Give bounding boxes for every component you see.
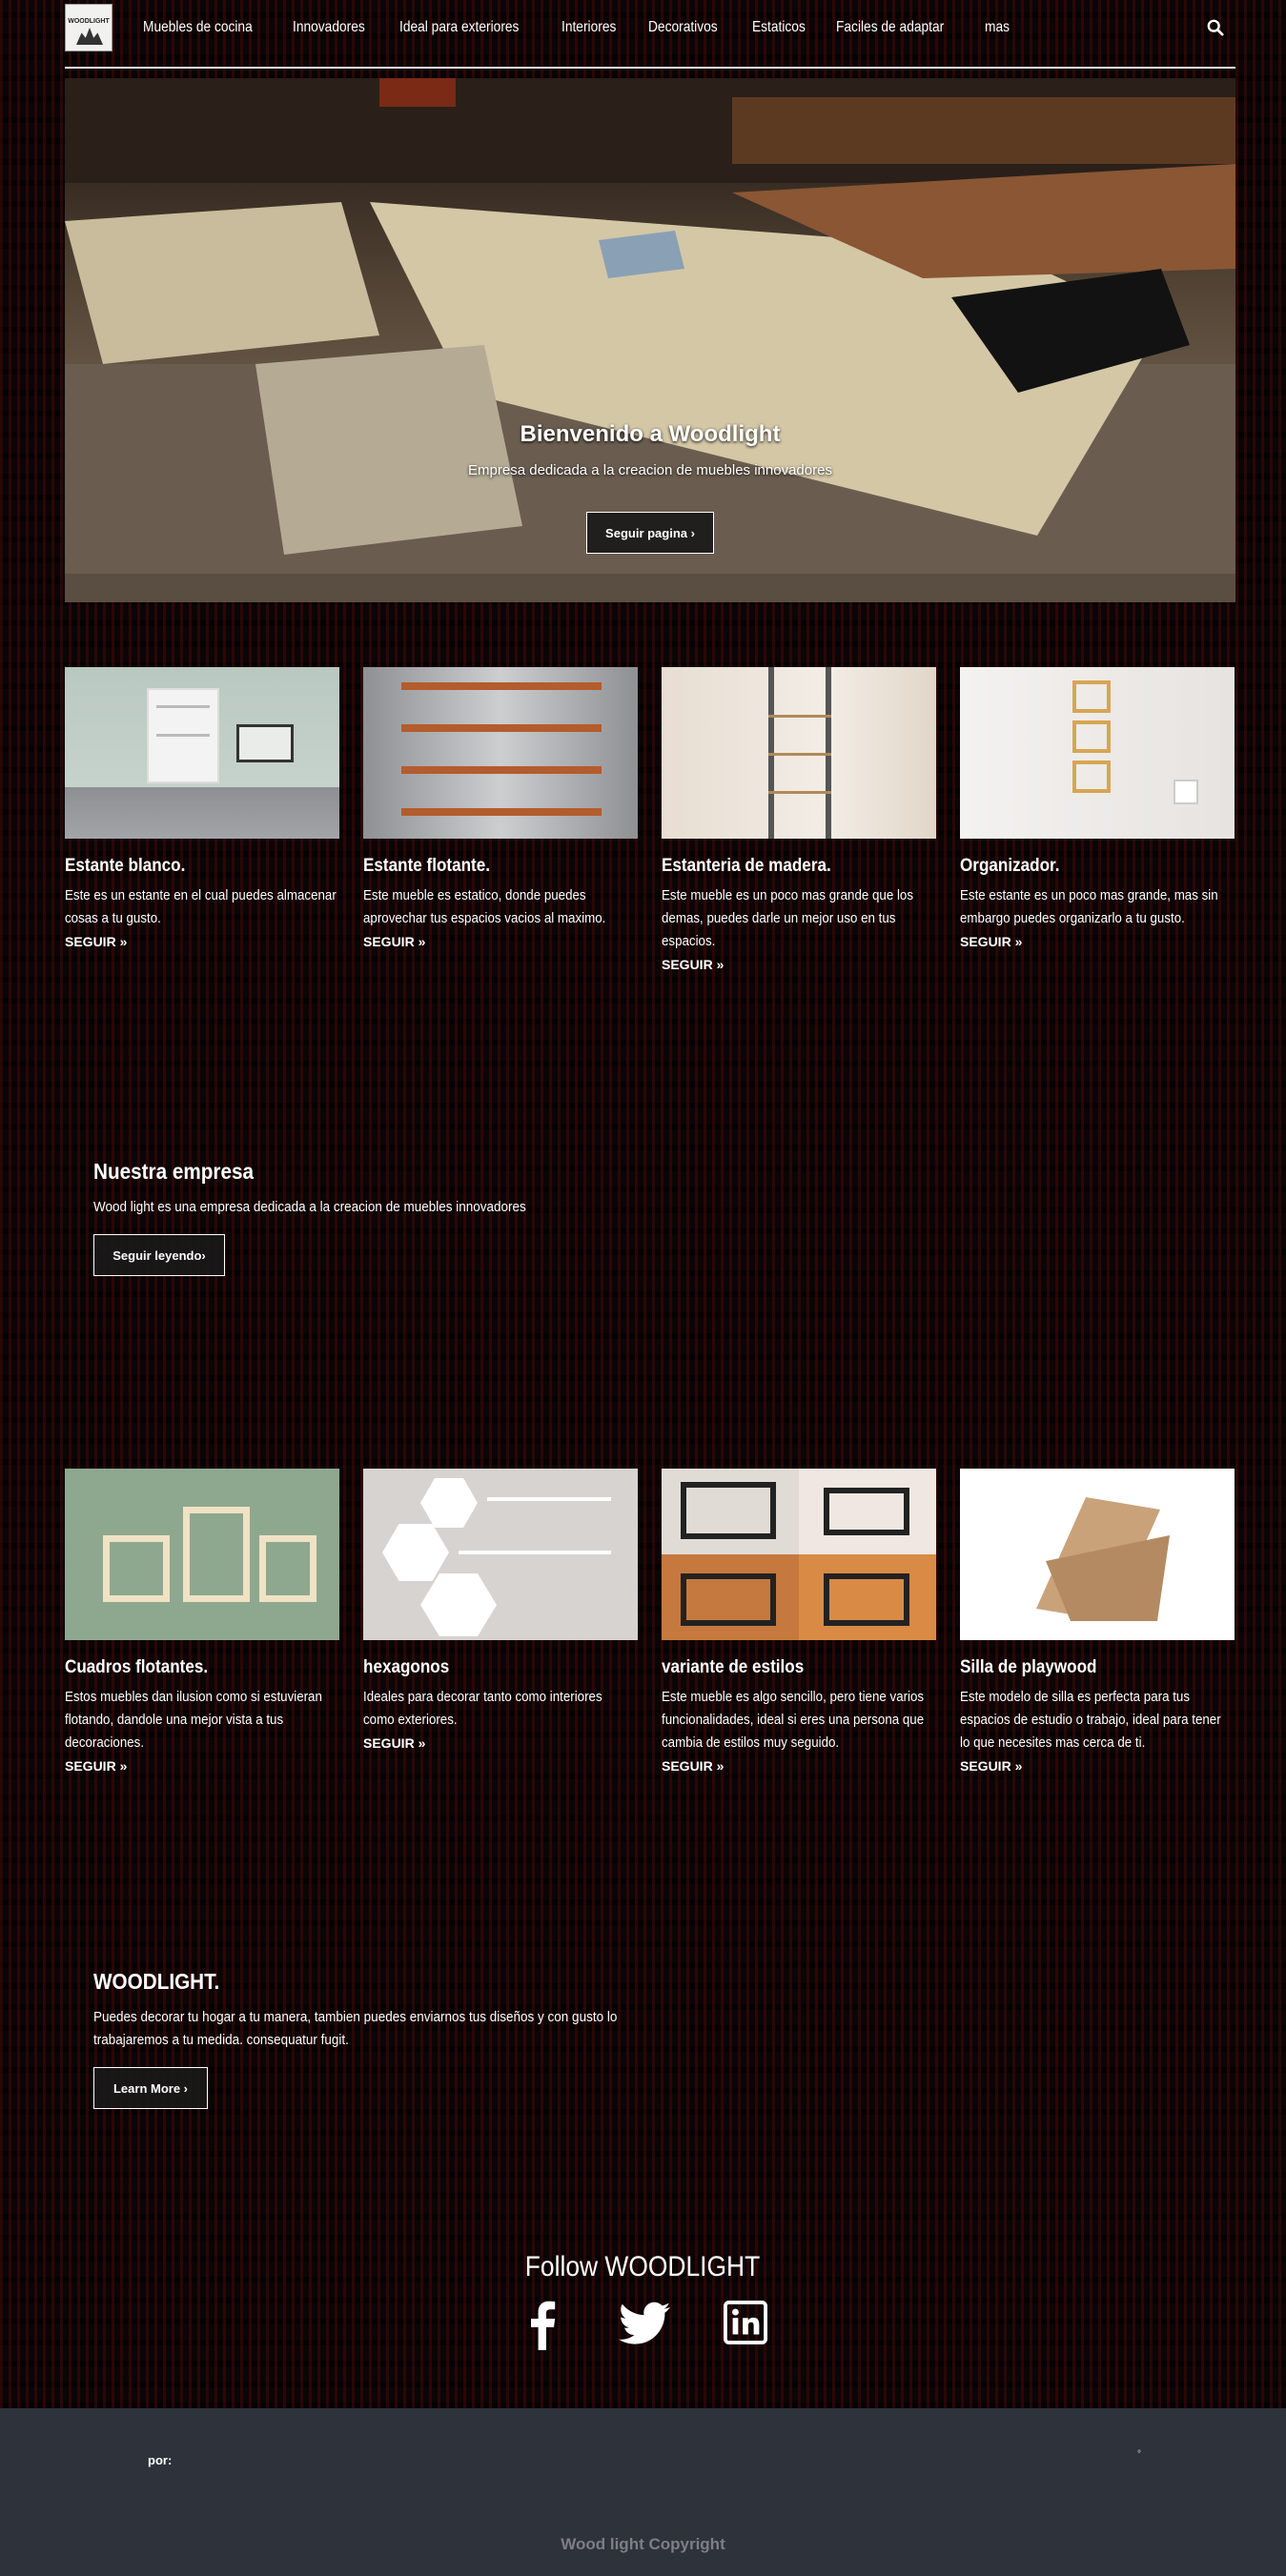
product-card: variante de estilos Este mueble es algo …: [662, 1469, 936, 1775]
follow-title: Follow WOODLIGHT: [525, 2251, 761, 2282]
products-row-2: Cuadros flotantes. Estos muebles dan ilu…: [65, 1469, 1235, 1775]
card-follow-link[interactable]: SEGUIR »: [65, 1758, 127, 1774]
card-text: Este mueble es un poco mas grande que lo…: [662, 888, 914, 949]
card-text: Este mueble es algo sencillo, pero tiene…: [662, 1690, 925, 1751]
card-text: Este modelo de silla es perfecta para tu…: [960, 1690, 1221, 1751]
white-shelf-image: [65, 667, 339, 839]
card-text: Ideales para decorar tanto como interior…: [363, 1690, 602, 1728]
card-follow-link[interactable]: SEGUIR »: [960, 1758, 1022, 1774]
footer-author-label: por:: [148, 2453, 173, 2467]
card-follow-link[interactable]: SEGUIR »: [662, 957, 724, 972]
nav-item-faciles-de-adaptar[interactable]: Faciles de adaptar: [836, 19, 944, 36]
nav-item-estaticos[interactable]: Estaticos: [752, 19, 806, 36]
nav-item-ideal-para-exteriores[interactable]: Ideal para exteriores: [399, 19, 519, 36]
card-follow-link[interactable]: SEGUIR »: [960, 934, 1022, 949]
company-section: Nuestra empresa Wood light es una empres…: [93, 1159, 713, 1276]
logo-text: WOODLIGHT: [68, 18, 110, 25]
card-title: Estante flotante.: [363, 856, 491, 876]
card-follow-link[interactable]: SEGUIR »: [363, 934, 425, 949]
nav-item-muebles-de-cocina[interactable]: Muebles de cocina: [143, 19, 253, 36]
nav-item-mas[interactable]: mas: [985, 19, 1010, 36]
learn-more-button[interactable]: Learn More ›: [93, 2067, 208, 2109]
section-title: Nuestra empresa: [93, 1159, 254, 1184]
hero-title: Bienvenido a Woodlight: [520, 421, 781, 447]
nav-item-interiores[interactable]: Interiores: [561, 19, 616, 36]
section-title: WOODLIGHT.: [93, 1969, 220, 1994]
linkedin-icon[interactable]: [723, 2301, 767, 2344]
footer-copyright: Wood light Copyright: [561, 2535, 725, 2553]
woodlight-logo[interactable]: WOODLIGHT: [65, 4, 112, 51]
card-title: Estante blanco.: [65, 856, 186, 876]
organizer-image: [960, 667, 1235, 839]
section-text: Wood light es una empresa dedicada a la …: [93, 1199, 526, 1215]
card-follow-link[interactable]: SEGUIR »: [363, 1735, 425, 1751]
card-title: Cuadros flotantes.: [65, 1657, 209, 1677]
card-follow-link[interactable]: SEGUIR »: [65, 934, 127, 949]
wood-shelving-image: [662, 667, 936, 839]
product-card: Estante flotante. Este mueble es estatic…: [363, 667, 638, 974]
section-text: Puedes decorar tu hogar a tu manera, tam…: [93, 2009, 618, 2048]
nav-item-innovadores[interactable]: Innovadores: [293, 19, 365, 36]
social-links: [0, 2301, 1286, 2350]
card-title: Organizador.: [960, 856, 1060, 876]
hero-subtitle: Empresa dedicada a la creacion de mueble…: [468, 462, 832, 478]
follow-section: Follow WOODLIGHT: [0, 2251, 1286, 2350]
footer: por: ° Wood light Copyright: [0, 2408, 1286, 2576]
plywood-chair-image: [960, 1469, 1235, 1640]
product-card: Cuadros flotantes. Estos muebles dan ilu…: [65, 1469, 339, 1775]
card-follow-link[interactable]: SEGUIR »: [662, 1758, 724, 1774]
card-title: hexagonos: [363, 1657, 450, 1677]
main-menu: Muebles de cocina Innovadores Ideal para…: [143, 19, 1036, 36]
products-row-1: Estante blanco. Este es un estante en el…: [65, 667, 1235, 974]
floating-frames-image: [65, 1469, 339, 1640]
logo-mountain-icon: [76, 28, 103, 45]
woodlight-section: WOODLIGHT. Puedes decorar tu hogar a tu …: [93, 1969, 713, 2109]
card-text: Este estante es un poco mas grande, mas …: [960, 888, 1218, 926]
product-card: Estante blanco. Este es un estante en el…: [65, 667, 339, 974]
nav-item-decorativos[interactable]: Decorativos: [648, 19, 718, 36]
product-card: Organizador. Este estante es un poco mas…: [960, 667, 1235, 974]
top-navbar: WOODLIGHT Muebles de cocina Innovadores …: [65, 0, 1235, 69]
product-card: hexagonos Ideales para decorar tanto com…: [363, 1469, 638, 1775]
card-title: variante de estilos: [662, 1657, 805, 1677]
product-card: Estanteria de madera. Este mueble es un …: [662, 667, 936, 974]
twitter-icon[interactable]: [618, 2301, 670, 2346]
card-text: Este es un estante en el cual puedes alm…: [65, 888, 337, 926]
card-text: Este mueble es estatico, donde puedes ap…: [363, 888, 606, 926]
hero-continue-button[interactable]: Seguir pagina ›: [586, 512, 714, 554]
facebook-icon[interactable]: [520, 2301, 565, 2350]
card-title: Estanteria de madera.: [662, 856, 831, 876]
style-variant-image: [662, 1469, 936, 1640]
floating-shelf-image: [363, 667, 638, 839]
read-more-button[interactable]: Seguir leyendo›: [93, 1234, 225, 1276]
hero-banner: Bienvenido a Woodlight Empresa dedicada …: [65, 78, 1235, 602]
search-icon[interactable]: [1207, 19, 1224, 36]
hexagon-shelves-image: [363, 1469, 638, 1640]
footer-mark: °: [1137, 2449, 1141, 2460]
card-title: Silla de playwood: [960, 1657, 1097, 1677]
card-text: Estos muebles dan ilusion como si estuvi…: [65, 1690, 322, 1751]
product-card: Silla de playwood Este modelo de silla e…: [960, 1469, 1235, 1775]
